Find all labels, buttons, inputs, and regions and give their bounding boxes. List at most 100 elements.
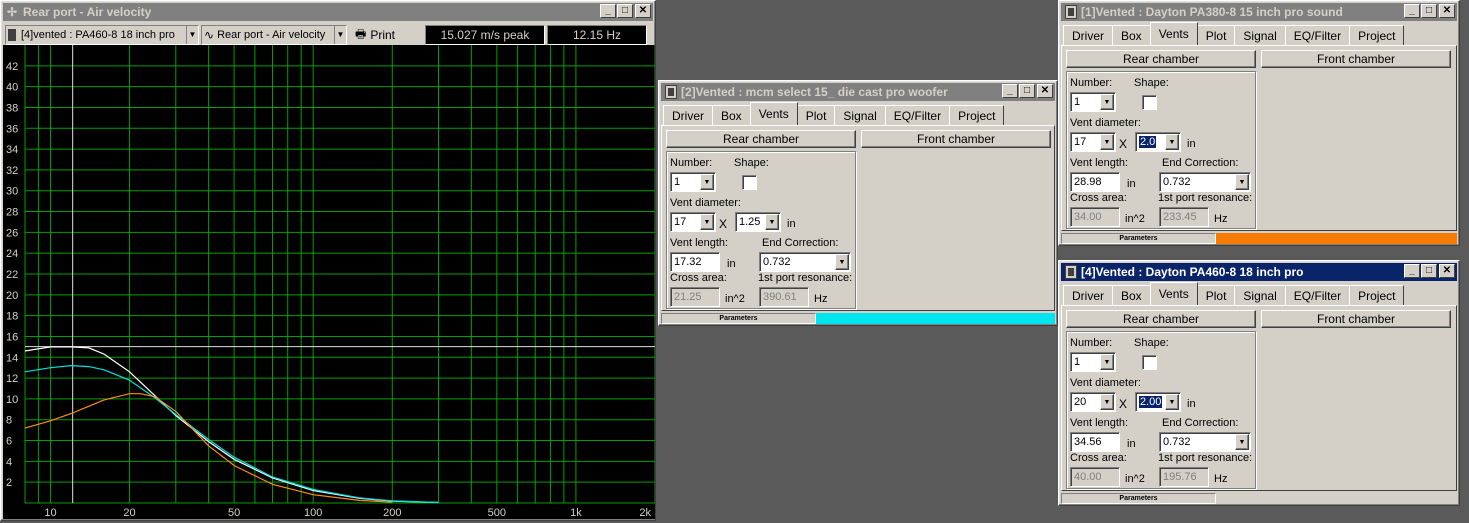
velocity-chart[interactable]: 2468101214161820222426283032343638404210… bbox=[3, 45, 655, 519]
close-button[interactable]: ✕ bbox=[1037, 84, 1053, 98]
chevron-down-icon[interactable]: ▼ bbox=[1165, 394, 1179, 410]
chevron-down-icon[interactable]: ▼ bbox=[1100, 94, 1114, 110]
close-button[interactable]: ✕ bbox=[635, 4, 651, 18]
print-button[interactable]: 🖶 Print bbox=[349, 25, 421, 45]
chevron-down-icon[interactable]: ▼ bbox=[1235, 434, 1249, 450]
minimize-button[interactable]: _ bbox=[1002, 84, 1018, 98]
vent-unit: in bbox=[787, 218, 796, 230]
tab-label: Project bbox=[1358, 28, 1396, 43]
end-correction-value: 0.732 bbox=[763, 256, 791, 268]
plot-type-select[interactable]: ∿ Rear port - Air velocity ▼ bbox=[201, 25, 347, 45]
tab-signal[interactable]: Signal bbox=[1234, 285, 1286, 305]
chevron-down-icon[interactable]: ▼ bbox=[334, 26, 346, 44]
close-button[interactable]: ✕ bbox=[1439, 264, 1455, 278]
number-select[interactable]: 1 ▼ bbox=[670, 172, 716, 192]
front-chamber-button[interactable]: Front chamber bbox=[1261, 50, 1451, 68]
rear-chamber-button[interactable]: Rear chamber bbox=[1066, 50, 1256, 68]
tab-driver[interactable]: Driver bbox=[1063, 285, 1113, 305]
tab-plot[interactable]: Plot bbox=[796, 105, 836, 125]
vent-diameter2-select[interactable]: 1.25 ▼ bbox=[735, 212, 781, 232]
chevron-down-icon[interactable]: ▼ bbox=[186, 26, 198, 44]
chevron-down-icon[interactable]: ▼ bbox=[1100, 354, 1114, 370]
vent-diameter2-value: 2.00 bbox=[1139, 396, 1163, 408]
chevron-down-icon[interactable]: ▼ bbox=[700, 174, 714, 190]
tab-vents[interactable]: Vents bbox=[749, 102, 798, 125]
vent-length-input[interactable]: 28.98 bbox=[1070, 172, 1120, 192]
chevron-down-icon[interactable]: ▼ bbox=[700, 214, 714, 230]
minimize-button[interactable]: _ bbox=[1404, 264, 1420, 278]
vent-diameter2-select[interactable]: 2.00 ▼ bbox=[1135, 392, 1181, 412]
tab-plot[interactable]: Plot bbox=[1196, 285, 1236, 305]
panel-titlebar[interactable]: [1]Vented : Dayton PA380-8 15 inch pro s… bbox=[1061, 3, 1457, 21]
vent-x-label: X bbox=[1119, 137, 1128, 151]
y-tick-label: 14 bbox=[6, 352, 18, 364]
minimize-button[interactable]: _ bbox=[600, 4, 616, 18]
tab-eq-filter[interactable]: EQ/Filter bbox=[1284, 285, 1351, 305]
vents-tab-body: Rear chamber Front chamber Number: 1 ▼ S… bbox=[661, 125, 1055, 311]
tab-project[interactable]: Project bbox=[1349, 25, 1405, 45]
maximize-button[interactable]: □ bbox=[617, 4, 633, 18]
panel-titlebar[interactable]: [4]Vented : Dayton PA460-8 18 inch pro _… bbox=[1061, 263, 1457, 281]
velocity-graph[interactable]: 2 4 6 8 10 12 14 16 18 20 22 24 26 28 30 32 34 36 38 40 42 10… bbox=[3, 45, 655, 519]
vent-diameter2-select[interactable]: 2.0 ▼ bbox=[1135, 132, 1181, 152]
vent-diameter-select[interactable]: 17 ▼ bbox=[670, 212, 716, 232]
tab-driver[interactable]: Driver bbox=[1063, 25, 1113, 45]
vent-diameter-select[interactable]: 20 ▼ bbox=[1070, 392, 1116, 412]
driver-color-swatch bbox=[1216, 493, 1457, 504]
tab-driver[interactable]: Driver bbox=[663, 105, 713, 125]
shape-selector[interactable] bbox=[1142, 95, 1157, 110]
maximize-button[interactable]: □ bbox=[1421, 4, 1437, 18]
panel-tabs: Driver Box Vents Plot Signal EQ/Filter Project bbox=[1063, 282, 1405, 305]
panel-titlebar[interactable]: [2]Vented : mcm select 15_ die cast pro … bbox=[661, 83, 1055, 101]
tab-vents[interactable]: Vents bbox=[1149, 22, 1198, 45]
vent-length-input[interactable]: 17.32 bbox=[670, 252, 720, 272]
maximize-button[interactable]: □ bbox=[1019, 84, 1035, 98]
chevron-down-icon[interactable]: ▼ bbox=[835, 254, 849, 270]
chevron-down-icon[interactable]: ▼ bbox=[1100, 134, 1114, 150]
minimize-button[interactable]: _ bbox=[1404, 4, 1420, 18]
tab-signal[interactable]: Signal bbox=[834, 105, 886, 125]
close-button[interactable]: ✕ bbox=[1439, 4, 1455, 18]
chevron-down-icon[interactable]: ▼ bbox=[1165, 134, 1179, 150]
length-unit: in bbox=[1127, 438, 1136, 450]
y-tick-label: 30 bbox=[6, 186, 18, 198]
vent-diameter-select[interactable]: 17 ▼ bbox=[1070, 132, 1116, 152]
rear-chamber-button[interactable]: Rear chamber bbox=[1066, 310, 1256, 328]
tab-project[interactable]: Project bbox=[949, 105, 1005, 125]
chevron-down-icon[interactable]: ▼ bbox=[765, 214, 779, 230]
tab-project[interactable]: Project bbox=[1349, 285, 1405, 305]
graph-toolbar: [4]vented : PA460-8 18 inch pro ▼ ∿ Rear… bbox=[3, 23, 653, 47]
number-select[interactable]: 1 ▼ bbox=[1070, 352, 1116, 372]
tab-eq-filter[interactable]: EQ/Filter bbox=[1284, 25, 1351, 45]
front-chamber-button[interactable]: Front chamber bbox=[861, 130, 1051, 148]
vent-diameter-value: 20 bbox=[1074, 396, 1087, 408]
maximize-button[interactable]: □ bbox=[1421, 264, 1437, 278]
driver-select[interactable]: [4]vented : PA460-8 18 inch pro ▼ bbox=[5, 25, 199, 45]
number-select[interactable]: 1 ▼ bbox=[1070, 92, 1116, 112]
chevron-down-icon[interactable]: ▼ bbox=[1235, 174, 1249, 190]
chevron-down-icon[interactable]: ▼ bbox=[1100, 394, 1114, 410]
shape-selector[interactable] bbox=[742, 175, 757, 190]
tab-box[interactable]: Box bbox=[712, 105, 751, 125]
rear-chamber-button[interactable]: Rear chamber bbox=[666, 130, 856, 148]
tab-signal[interactable]: Signal bbox=[1234, 25, 1286, 45]
x-tick-label: 20 bbox=[123, 507, 135, 519]
tab-vents[interactable]: Vents bbox=[1149, 282, 1198, 305]
end-correction-select[interactable]: 0.732 ▼ bbox=[1159, 172, 1251, 192]
vent-length-input[interactable]: 34.56 bbox=[1070, 432, 1120, 452]
end-correction-select[interactable]: 0.732 ▼ bbox=[759, 252, 851, 272]
front-chamber-button[interactable]: Front chamber bbox=[1261, 310, 1451, 328]
shape-selector[interactable] bbox=[1142, 355, 1157, 370]
tab-label: Plot bbox=[805, 108, 827, 123]
end-correction-select[interactable]: 0.732 ▼ bbox=[1159, 432, 1251, 452]
tab-plot[interactable]: Plot bbox=[1196, 25, 1236, 45]
tab-eq-filter[interactable]: EQ/Filter bbox=[884, 105, 951, 125]
tab-box[interactable]: Box bbox=[1112, 285, 1151, 305]
vent-unit: in bbox=[1187, 138, 1196, 150]
tab-box[interactable]: Box bbox=[1112, 25, 1151, 45]
graph-window-titlebar[interactable]: ✢ Rear port - Air velocity _ □ ✕ bbox=[3, 3, 653, 21]
vent-diameter-label: Vent diameter: bbox=[1070, 117, 1141, 129]
y-tick-label: 12 bbox=[6, 373, 18, 385]
port-resonance-label: 1st port resonance: bbox=[758, 272, 853, 284]
x-tick-label: 500 bbox=[488, 507, 506, 519]
